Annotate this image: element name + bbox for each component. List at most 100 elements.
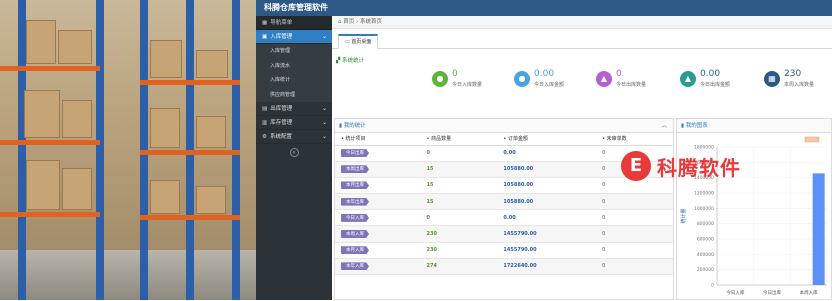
chart-bar bbox=[812, 173, 825, 285]
sidebar-item-settings[interactable]: ⚙ 系统配置 ⌄ bbox=[256, 130, 332, 144]
table-cell: 0 bbox=[420, 209, 498, 227]
table-cell: 本月出库 bbox=[335, 177, 421, 195]
sidebar-item-label: 入库管理 bbox=[270, 33, 293, 40]
column-header: • 统计项目 bbox=[335, 133, 421, 146]
stat-value: 230 bbox=[784, 69, 802, 79]
sidebar-header: ▦ 导航菜单 bbox=[256, 16, 332, 30]
flask-icon: ▲ bbox=[596, 71, 612, 87]
tab-home-desktop[interactable]: ▭ 首页桌面 bbox=[338, 34, 379, 49]
y-tick-label: 1200000 bbox=[694, 191, 714, 197]
stat-week-inbound-qty: ▦ 230 本周入库数量 bbox=[764, 70, 814, 88]
y-tick-label: 1000000 bbox=[694, 206, 714, 212]
table-cell: 0 bbox=[596, 242, 673, 259]
row-item-tag[interactable]: 今日入库 bbox=[341, 213, 369, 222]
photo-box bbox=[24, 90, 60, 138]
row-pending: 0 bbox=[602, 182, 606, 189]
table-cell: 105880.00 bbox=[497, 161, 597, 178]
sidebar-item-label: 库存管理 bbox=[270, 119, 293, 126]
sidebar-item-label: 出库管理 bbox=[270, 105, 293, 112]
breadcrumb-home[interactable]: 首页 bbox=[343, 19, 354, 25]
sidebar-subitem-inbound-stats[interactable]: 入库统计 bbox=[256, 73, 332, 88]
my-stats-panel: ▮ 我的统计 ︿ • 统计项目 • 商品数量 • 订单金额 • 未审单数 今日出… bbox=[334, 118, 674, 300]
sidebar-header-label: 导航菜单 bbox=[270, 19, 293, 26]
sidebar-item-inventory[interactable]: ▥ 库存管理 ⌄ bbox=[256, 116, 332, 130]
row-amount: 1722640.00 bbox=[503, 263, 537, 270]
sidebar-item-inbound[interactable]: ▣ 入库管理 ⌄ bbox=[256, 30, 332, 44]
bar-chart-icon: ▮ bbox=[339, 123, 343, 129]
monitor-icon: ▭ bbox=[345, 39, 350, 45]
table-row: 本年出库 15 105880.00 0 bbox=[335, 193, 673, 211]
column-header: • 订单金额 bbox=[497, 133, 597, 146]
row-item-tag[interactable]: 本周入库 bbox=[341, 230, 369, 239]
photo-box bbox=[196, 186, 226, 214]
row-item-tag[interactable]: 本月出库 bbox=[341, 181, 369, 190]
stats-section-label: 系统统计 bbox=[341, 58, 364, 64]
stat-value: 0 bbox=[452, 69, 458, 79]
table-cell: 1455790.00 bbox=[497, 225, 597, 243]
photo-box bbox=[196, 50, 228, 78]
table-cell: 105880.00 bbox=[497, 193, 597, 211]
table-cell: 0 bbox=[420, 145, 498, 162]
brand-watermark: E 科腾软件 bbox=[621, 151, 741, 181]
photo-box bbox=[62, 100, 92, 138]
table-cell: 本周出库 bbox=[335, 161, 421, 178]
my-chart-panel: ▮ 我的图表 0 200000 400000 600000 800000 1000000 1… bbox=[676, 118, 832, 300]
row-item-tag[interactable]: 本年出库 bbox=[341, 197, 369, 206]
row-pending: 0 bbox=[602, 231, 606, 238]
stat-value: 0 bbox=[616, 69, 622, 79]
row-qty: 230 bbox=[426, 231, 437, 238]
photo-beam bbox=[140, 215, 240, 220]
stats-section-title: ▞ 系统统计 bbox=[332, 56, 364, 64]
photo-rack bbox=[96, 0, 104, 300]
stat-label: 今日出库金额 bbox=[700, 82, 731, 88]
stat-label: 本周入库数量 bbox=[784, 82, 815, 88]
chevron-up-icon[interactable]: ︿ bbox=[661, 119, 667, 133]
row-qty: 15 bbox=[426, 182, 434, 189]
table-cell: 本周入库 bbox=[335, 225, 421, 243]
table-cell: 今日入库 bbox=[335, 209, 421, 227]
row-item-tag[interactable]: 本年入库 bbox=[341, 262, 369, 271]
app-title: 科腾仓库管理软件 bbox=[264, 3, 328, 12]
row-pending: 0 bbox=[602, 247, 606, 254]
stat-value: 0.00 bbox=[700, 69, 721, 79]
photo-rack bbox=[18, 0, 26, 300]
row-amount: 0.00 bbox=[503, 150, 516, 157]
table-cell: 0 bbox=[596, 193, 673, 211]
table-row: 本周入库 230 1455790.00 0 bbox=[335, 225, 673, 243]
photo-box bbox=[26, 160, 60, 210]
column-header: • 商品数量 bbox=[420, 133, 498, 146]
table-cell: 1722640.00 bbox=[497, 258, 597, 276]
row-amount: 105880.00 bbox=[503, 182, 534, 189]
x-tick-label: 今日出库 bbox=[763, 289, 781, 296]
row-pending: 0 bbox=[602, 214, 606, 221]
inventory-icon: ▥ bbox=[262, 119, 268, 126]
table-cell: 0.00 bbox=[497, 209, 597, 227]
row-pending: 0 bbox=[602, 198, 606, 205]
panel-title: 我的统计 bbox=[343, 123, 366, 129]
row-qty: 274 bbox=[426, 263, 437, 270]
row-pending: 0 bbox=[602, 166, 606, 173]
y-axis-label: 统计量 bbox=[680, 208, 687, 223]
sidebar-item-outbound[interactable]: ▤ 出库管理 ⌄ bbox=[256, 102, 332, 116]
sidebar-subitem-inbound-manage[interactable]: 入库管理 bbox=[256, 44, 332, 59]
sidebar-subitem-inbound-flow[interactable]: 入库流水 bbox=[256, 58, 332, 73]
row-item-tag[interactable]: 本周出库 bbox=[341, 165, 369, 174]
photo-beam bbox=[0, 140, 100, 145]
sidebar-collapse-button[interactable]: « bbox=[289, 148, 299, 157]
table-cell: 0 bbox=[596, 209, 673, 227]
y-tick-label: 1800000 bbox=[694, 145, 714, 151]
table-cell: 今日出库 bbox=[335, 145, 421, 162]
breadcrumb-current: 系统首页 bbox=[359, 19, 382, 25]
row-item-tag[interactable]: 今日出库 bbox=[341, 149, 369, 158]
chevron-down-icon: ⌄ bbox=[321, 132, 327, 140]
tab-label: 首页桌面 bbox=[351, 39, 372, 45]
sidebar-subitem-supplier[interactable]: 供应商管理 bbox=[256, 87, 332, 102]
nav-menu-icon: ▦ bbox=[262, 19, 268, 26]
inbound-icon: ▣ bbox=[262, 33, 268, 40]
chevron-down-icon: ⌄ bbox=[321, 118, 327, 126]
y-tick-label: 600000 bbox=[697, 237, 714, 243]
row-qty: 15 bbox=[426, 198, 434, 205]
row-item-tag[interactable]: 本月入库 bbox=[341, 246, 369, 255]
stat-value: 0.00 bbox=[534, 69, 555, 79]
stat-today-outbound-amount: ▲ 0.00 今日出库金额 bbox=[680, 70, 730, 88]
